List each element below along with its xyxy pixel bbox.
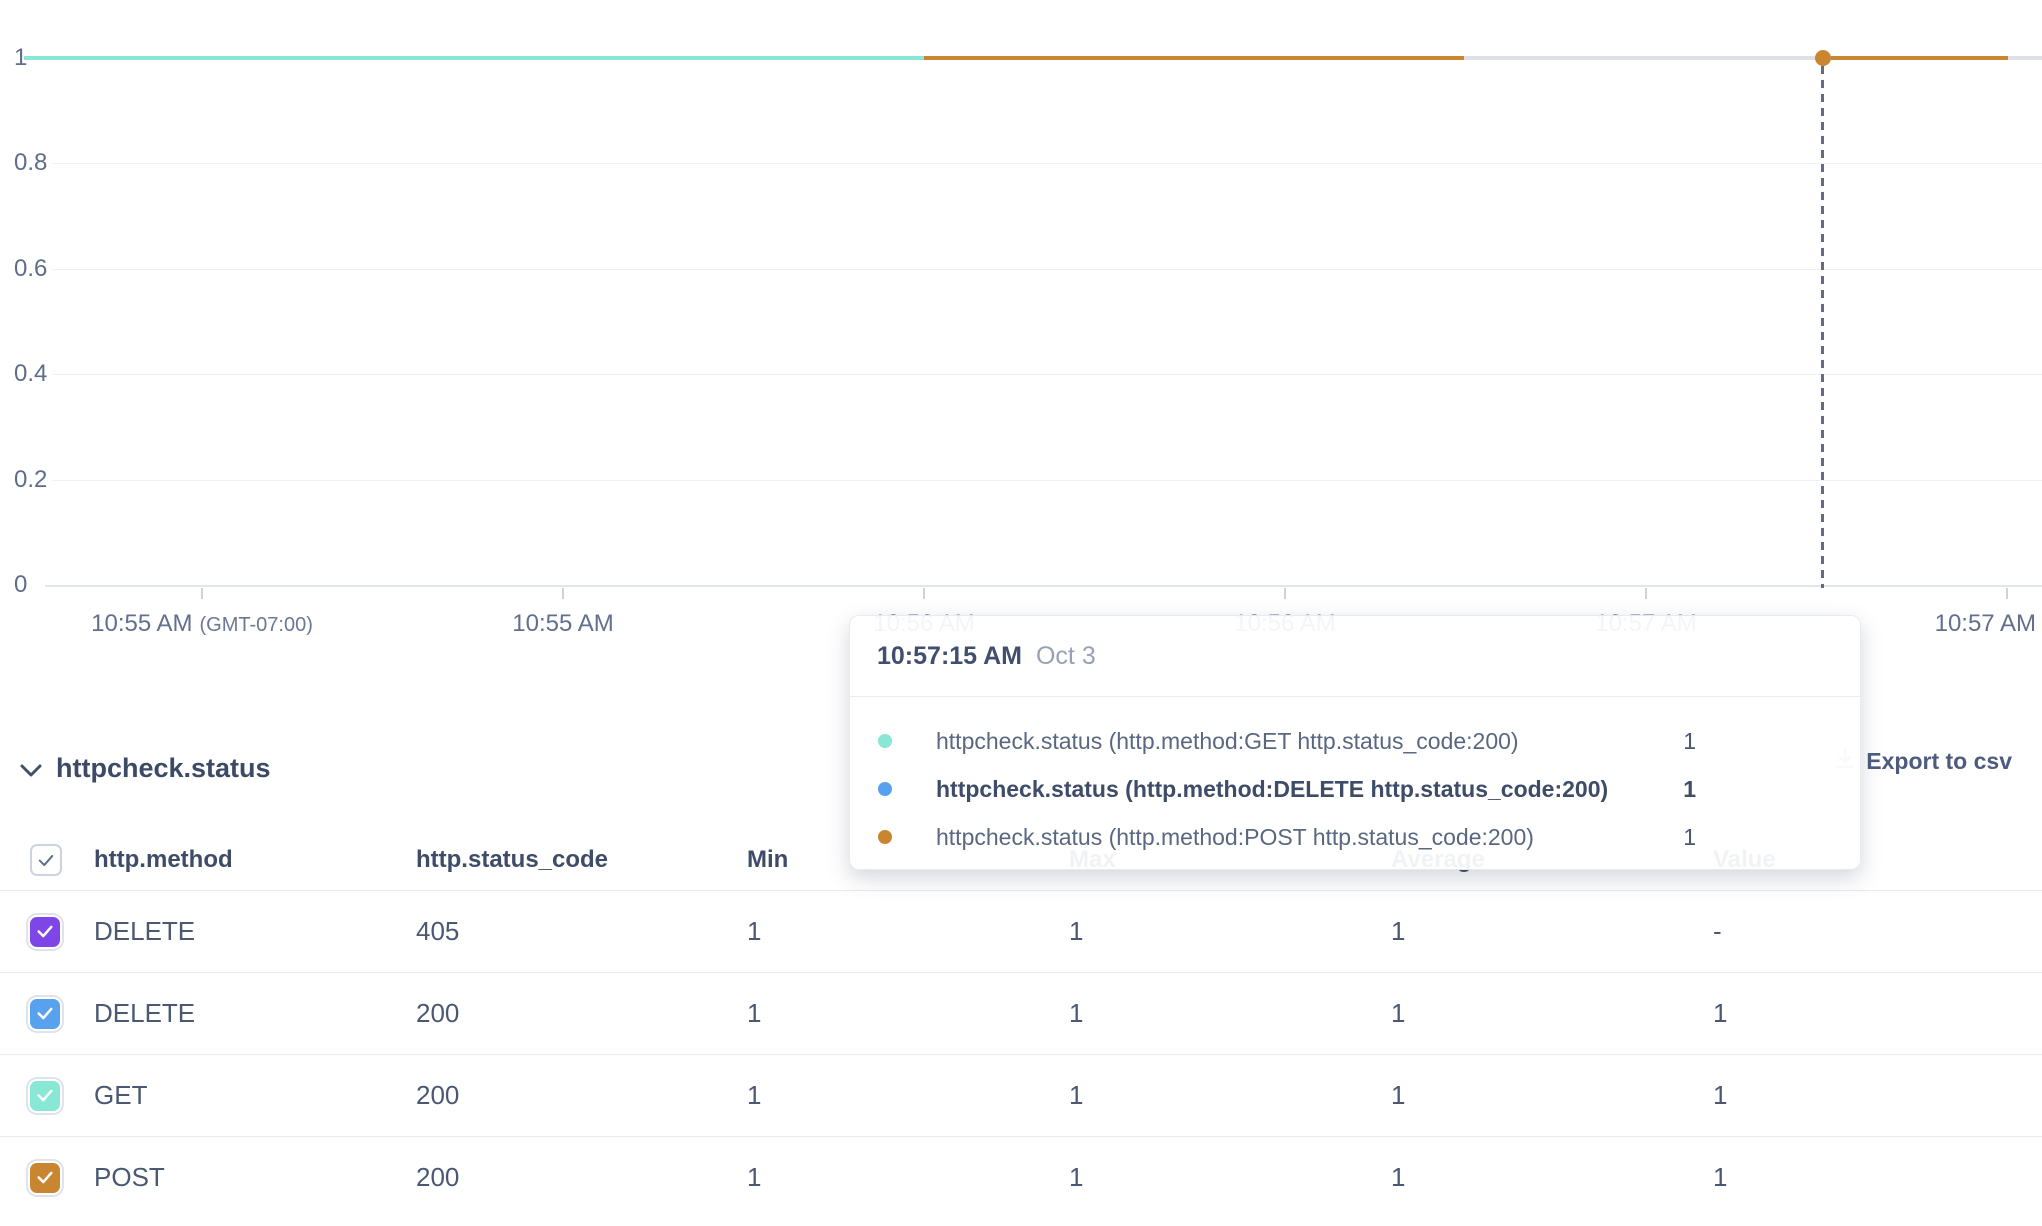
y-axis-tick-label: 0.2: [14, 467, 58, 493]
cell-min: 1: [722, 1162, 1044, 1193]
chart-hover-tooltip: 10:57:15 AM Oct 3 httpcheck.status (http…: [849, 615, 1861, 870]
chevron-down-icon: [20, 760, 42, 777]
x-axis-time: 10:55 AM: [91, 610, 192, 637]
column-header-http-method[interactable]: http.method: [70, 846, 392, 874]
row-checkbox[interactable]: [30, 917, 60, 947]
series-line-post: [1831, 56, 2008, 60]
series-line-post: [924, 56, 1464, 60]
cell-value: 1: [1688, 998, 2042, 1029]
tooltip-series-value: 1: [1616, 813, 1696, 861]
cell-max: 1: [1044, 1080, 1366, 1111]
table-row-delete-405[interactable]: DELETE 405 1 1 1 -: [0, 891, 2042, 973]
cell-http-method: DELETE: [70, 916, 392, 947]
hover-crosshair-line: [1821, 66, 1824, 588]
cell-average: 1: [1366, 998, 1688, 1029]
tooltip-series-row-delete: httpcheck.status (http.method:DELETE htt…: [850, 765, 1860, 813]
y-axis-tick-label: 0.8: [14, 150, 58, 176]
cell-min: 1: [722, 998, 1044, 1029]
table-row-post-200[interactable]: POST 200 1 1 1 1: [0, 1137, 2042, 1218]
row-checkbox[interactable]: [30, 1163, 60, 1193]
tooltip-series-value: 1: [1616, 765, 1696, 813]
series-line-muted: [1464, 56, 1817, 60]
cell-status-code: 200: [392, 1162, 722, 1193]
metric-section-title: httpcheck.status: [56, 740, 271, 796]
y-axis-tick-label: 0.4: [14, 361, 58, 387]
column-header-http-status-code[interactable]: http.status_code: [392, 846, 722, 874]
x-axis-tick-label: 10:55 AM: [512, 610, 613, 638]
cell-value: -: [1688, 916, 2042, 947]
x-axis-tick: [201, 588, 203, 599]
cell-http-method: POST: [70, 1162, 392, 1193]
metric-section-toggle[interactable]: httpcheck.status: [20, 740, 271, 796]
tooltip-series-value: 1: [1616, 717, 1696, 765]
tooltip-series-label: httpcheck.status (http.method:DELETE htt…: [936, 765, 1608, 813]
cell-http-method: DELETE: [70, 998, 392, 1029]
y-axis-tick-label: 0: [14, 572, 58, 598]
tooltip-timestamp: 10:57:15 AM: [877, 642, 1022, 671]
series-line-get: [24, 56, 924, 60]
cell-max: 1: [1044, 1162, 1366, 1193]
tooltip-series-label: httpcheck.status (http.method:POST http.…: [936, 813, 1534, 861]
cell-min: 1: [722, 1080, 1044, 1111]
tooltip-date: Oct 3: [1036, 642, 1096, 671]
export-to-csv-label: Export to csv: [1866, 748, 2012, 775]
gridline: [52, 480, 2042, 481]
cell-status-code: 405: [392, 916, 722, 947]
cell-average: 1: [1366, 1080, 1688, 1111]
x-axis-line: [45, 585, 2042, 587]
x-axis-tick: [1284, 588, 1286, 599]
cell-status-code: 200: [392, 998, 722, 1029]
timeseries-chart[interactable]: 1 0.8 0.6 0.4 0.2 0 10:55 AM(GMT-07:00) …: [0, 0, 2042, 640]
cell-max: 1: [1044, 916, 1366, 947]
table-row-get-200[interactable]: GET 200 1 1 1 1: [0, 1055, 2042, 1137]
cell-http-method: GET: [70, 1080, 392, 1111]
tooltip-header: 10:57:15 AM Oct 3: [850, 616, 1860, 697]
cell-average: 1: [1366, 916, 1688, 947]
checkmark-icon: [37, 1171, 53, 1184]
table-row-delete-200[interactable]: DELETE 200 1 1 1 1: [0, 973, 2042, 1055]
gridline: [52, 163, 2042, 164]
gridline: [52, 269, 2042, 270]
series-color-dot: [878, 734, 892, 748]
checkmark-icon: [37, 1007, 53, 1020]
series-color-dot: [878, 830, 892, 844]
series-color-dot: [878, 782, 892, 796]
tooltip-series-row-get: httpcheck.status (http.method:GET http.s…: [850, 717, 1860, 765]
cell-value: 1: [1688, 1080, 2042, 1111]
x-axis-tick: [923, 588, 925, 599]
row-checkbox[interactable]: [30, 999, 60, 1029]
cell-min: 1: [722, 916, 1044, 947]
checkmark-icon: [37, 925, 53, 938]
metric-summary-table: http.method http.status_code Min Max Ave…: [0, 830, 2042, 1218]
x-axis-tick: [2006, 588, 2008, 599]
gridline: [52, 374, 2042, 375]
tooltip-series-label: httpcheck.status (http.method:GET http.s…: [936, 717, 1519, 765]
checkmark-icon: [37, 1089, 53, 1102]
cell-max: 1: [1044, 998, 1366, 1029]
x-axis-tick: [562, 588, 564, 599]
cell-value: 1: [1688, 1162, 2042, 1193]
x-axis-tick-label: 10:57 AM: [1935, 610, 2036, 638]
timezone-label: (GMT-07:00): [200, 614, 313, 636]
select-all-checkbox[interactable]: [30, 844, 62, 876]
row-checkbox[interactable]: [30, 1081, 60, 1111]
series-line-muted: [2008, 56, 2042, 60]
cell-average: 1: [1366, 1162, 1688, 1193]
y-axis-tick-label: 0.6: [14, 256, 58, 282]
cell-status-code: 200: [392, 1080, 722, 1111]
x-axis-tick-label: 10:55 AM (GMT-07:00): [91, 610, 313, 638]
hover-point-marker: [1815, 50, 1831, 66]
tooltip-series-row-post: httpcheck.status (http.method:POST http.…: [850, 813, 1860, 861]
metrics-explorer-screen: 1 0.8 0.6 0.4 0.2 0 10:55 AM(GMT-07:00) …: [0, 0, 2042, 1226]
x-axis-tick: [1645, 588, 1647, 599]
